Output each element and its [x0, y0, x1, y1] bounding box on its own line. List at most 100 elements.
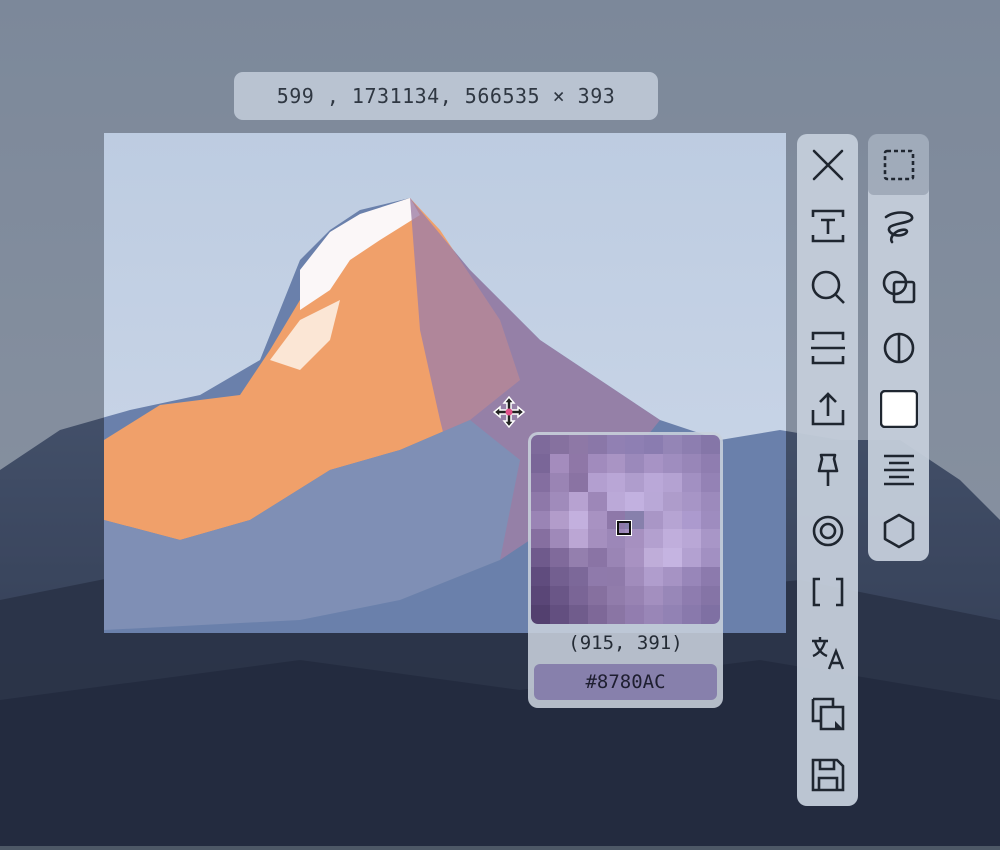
translate-button[interactable] — [797, 622, 858, 683]
copy-button[interactable] — [797, 683, 858, 744]
align-center-icon — [883, 454, 914, 485]
contrast-button[interactable] — [868, 317, 929, 378]
magnifier-pixel — [587, 586, 607, 606]
scroll-capture-icon — [810, 331, 845, 364]
hexagon-icon — [883, 513, 914, 548]
rectangle-select-button[interactable] — [868, 134, 929, 195]
ocr-icon — [812, 515, 843, 546]
search-button[interactable] — [797, 256, 858, 317]
color-magnifier: (915, 391) #8780AC — [528, 432, 723, 708]
magnifier-pixel — [568, 586, 588, 606]
magnifier-pixel — [549, 586, 569, 606]
main-toolbar — [797, 134, 858, 806]
magnifier-pixel — [531, 491, 550, 511]
magnifier-pixel — [682, 472, 702, 492]
magnifier-pixel — [568, 510, 588, 530]
end-coords: 1134, 566 — [389, 84, 503, 108]
magnifier-pixel — [663, 510, 683, 530]
hexagon-button[interactable] — [868, 500, 929, 561]
magnifier-pixel — [663, 453, 683, 473]
magnifier-pixel — [644, 586, 664, 606]
magnifier-pixel — [587, 453, 607, 473]
pin-icon — [817, 453, 838, 486]
magnifier-pixel — [568, 453, 588, 473]
magnifier-pixel — [568, 605, 588, 624]
magnifier-pixel — [625, 491, 645, 511]
magnifier-pixel — [663, 586, 683, 606]
align-button[interactable] — [868, 439, 929, 500]
magnifier-pixel — [549, 567, 569, 587]
magnifier-pixel — [701, 586, 720, 606]
magnifier-pixel — [587, 491, 607, 511]
scroll-capture-button[interactable] — [797, 317, 858, 378]
magnifier-pixel — [606, 491, 626, 511]
shapes-button[interactable] — [868, 256, 929, 317]
magnifier-pixel — [587, 472, 607, 492]
magnifier-pixel — [568, 567, 588, 587]
magnifier-pixel — [531, 453, 550, 473]
translate-icon — [811, 636, 844, 669]
lasso-icon — [884, 210, 913, 243]
magnifier-pixel — [701, 510, 720, 530]
contrast-icon — [883, 332, 914, 363]
text-tool-button[interactable] — [797, 195, 858, 256]
cursor-position: (915, 391) — [568, 632, 683, 654]
magnifier-pixel — [549, 605, 569, 624]
magnifier-pixel — [682, 605, 702, 624]
magnifier-pixel — [663, 435, 683, 454]
magnifier-pixel — [682, 491, 702, 511]
magnifier-pixel — [549, 548, 569, 568]
magnifier-pixel — [587, 567, 607, 587]
save-icon — [811, 758, 844, 791]
shape-toolbar — [868, 134, 929, 561]
magnifier-pixel — [587, 605, 607, 624]
lasso-button[interactable] — [868, 195, 929, 256]
magnifier-pixel — [625, 453, 645, 473]
text-icon — [811, 209, 844, 242]
share-button[interactable] — [797, 378, 858, 439]
fill-color-button[interactable] — [868, 378, 929, 439]
magnifier-pixel — [682, 453, 702, 473]
magnifier-pixel — [531, 472, 550, 492]
magnifier-pixel — [682, 548, 702, 568]
upload-icon — [811, 391, 844, 425]
magnifier-pixel — [587, 548, 607, 568]
copy-icon — [811, 697, 844, 730]
magnifier-pixel — [663, 548, 683, 568]
magnifier-pixel — [549, 510, 569, 530]
magnifier-pixel — [682, 567, 702, 587]
magnifier-pixel — [587, 435, 607, 454]
close-button[interactable] — [797, 134, 858, 195]
magnifier-pixel — [531, 529, 550, 549]
magnifier-pixel — [682, 435, 702, 454]
magnifier-pixel — [549, 491, 569, 511]
magnifier-pixel — [549, 472, 569, 492]
hex-color-value[interactable]: #8780AC — [534, 664, 717, 700]
magnifier-pixel — [644, 453, 664, 473]
magnifier-pixel — [644, 605, 664, 624]
crop-bracket-icon — [812, 577, 843, 606]
pin-button[interactable] — [797, 439, 858, 500]
magnifier-pixel — [531, 435, 550, 454]
magnifier-pixel — [644, 472, 664, 492]
magnifier-pixel — [701, 491, 720, 511]
magnifier-pixel — [663, 529, 683, 549]
magnifier-pixel — [682, 529, 702, 549]
magnifier-pixel — [644, 491, 664, 511]
crop-button[interactable] — [797, 561, 858, 622]
magnifier-pixel — [644, 435, 664, 454]
magnifier-pixel — [625, 435, 645, 454]
magnifier-pixel — [663, 491, 683, 511]
selection-coordinates: 599 , 173 1134, 566 535 × 393 — [234, 72, 658, 120]
magnifier-pixel — [663, 567, 683, 587]
magnifier-pixel — [549, 453, 569, 473]
magnifier-pixel — [606, 435, 626, 454]
magnifier-pixel — [701, 472, 720, 492]
start-coords: 599 , 173 — [276, 84, 390, 108]
save-button[interactable] — [797, 744, 858, 805]
ocr-button[interactable] — [797, 500, 858, 561]
magnifier-pixel — [587, 510, 607, 530]
magnifier-pixel — [644, 510, 664, 530]
search-icon — [811, 270, 845, 304]
magnifier-pixel — [568, 435, 588, 454]
